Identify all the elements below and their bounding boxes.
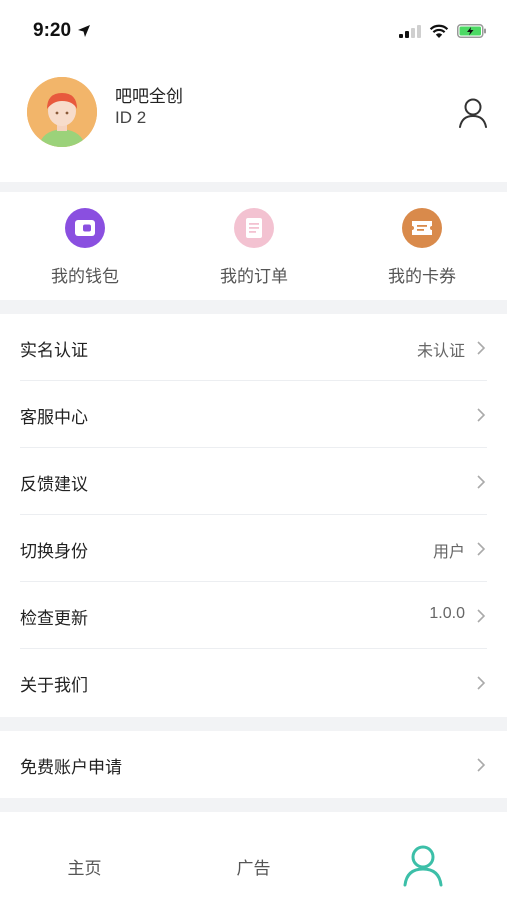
tab-ads[interactable]: 广告 bbox=[169, 812, 338, 900]
profile-id: ID 2 bbox=[115, 108, 147, 127]
shortcut-bar: 我的钱包 我的订单 我的卡券 bbox=[0, 192, 507, 300]
tab-home-label: 主页 bbox=[67, 859, 102, 879]
settings-menu: 实名认证 未认证 客服中心 反馈建议 切换身份 用户 检查更新 1.0.0 关于… bbox=[0, 314, 507, 717]
chevron-right-icon bbox=[477, 542, 486, 556]
order-icon bbox=[234, 208, 274, 248]
shortcut-coupons[interactable]: 我的卡券 bbox=[352, 192, 492, 300]
shortcut-orders-label: 我的订单 bbox=[220, 267, 288, 287]
location-arrow-icon bbox=[78, 25, 91, 37]
cellular-signal-icon bbox=[399, 25, 421, 38]
menu-item-check-update[interactable]: 检查更新 1.0.0 bbox=[0, 582, 507, 649]
status-time: 9:20 bbox=[33, 20, 72, 41]
avatar-girl-icon bbox=[27, 77, 97, 147]
menu-item-verification[interactable]: 实名认证 未认证 bbox=[0, 314, 507, 381]
menu-item-label: 客服中心 bbox=[20, 408, 88, 428]
menu-item-label: 实名认证 bbox=[20, 341, 88, 361]
chevron-right-icon bbox=[477, 758, 486, 772]
menu-item-label: 反馈建议 bbox=[20, 475, 88, 495]
shortcut-orders[interactable]: 我的订单 bbox=[184, 192, 324, 300]
coupon-icon bbox=[402, 208, 442, 248]
user-tab-icon bbox=[403, 845, 443, 887]
menu-item-customer-service[interactable]: 客服中心 bbox=[0, 381, 507, 448]
avatar[interactable] bbox=[27, 77, 97, 147]
tab-profile[interactable] bbox=[338, 812, 507, 900]
chevron-right-icon bbox=[477, 609, 486, 623]
menu-item-about[interactable]: 关于我们 bbox=[0, 649, 507, 716]
menu-item-free-account[interactable]: 免费账户申请 bbox=[0, 731, 507, 798]
menu-item-label: 切换身份 bbox=[20, 542, 88, 562]
bottom-tab-bar: 主页 广告 bbox=[0, 812, 507, 900]
chevron-right-icon bbox=[477, 341, 486, 355]
account-button[interactable] bbox=[456, 96, 490, 130]
chevron-right-icon bbox=[477, 676, 486, 690]
chevron-right-icon bbox=[477, 408, 486, 422]
account-apply-menu: 免费账户申请 bbox=[0, 731, 507, 798]
shortcut-coupons-label: 我的卡券 bbox=[388, 267, 456, 287]
menu-item-value: 未认证 bbox=[416, 341, 465, 360]
menu-item-feedback[interactable]: 反馈建议 bbox=[0, 448, 507, 515]
status-time-group: 9:20 bbox=[33, 20, 91, 42]
profile-header: 吧吧全创 ID 2 bbox=[0, 62, 507, 182]
menu-item-label: 关于我们 bbox=[20, 676, 88, 696]
menu-item-switch-identity[interactable]: 切换身份 用户 bbox=[0, 515, 507, 582]
profile-name: 吧吧全创 bbox=[115, 87, 183, 107]
menu-item-value: 1.0.0 bbox=[429, 605, 465, 622]
user-outline-icon bbox=[459, 98, 487, 128]
status-icons bbox=[399, 24, 487, 39]
menu-item-label: 检查更新 bbox=[20, 609, 88, 629]
shortcut-wallet[interactable]: 我的钱包 bbox=[15, 192, 155, 300]
chevron-right-icon bbox=[477, 475, 486, 489]
status-bar: 9:20 bbox=[0, 0, 507, 62]
menu-item-label: 免费账户申请 bbox=[20, 758, 122, 778]
wallet-icon bbox=[65, 208, 105, 248]
menu-item-value: 用户 bbox=[432, 542, 465, 561]
battery-charging-icon bbox=[457, 24, 486, 38]
shortcut-wallet-label: 我的钱包 bbox=[51, 267, 119, 287]
wifi-icon bbox=[429, 24, 449, 38]
tab-home[interactable]: 主页 bbox=[0, 812, 169, 900]
tab-ads-label: 广告 bbox=[236, 859, 271, 879]
